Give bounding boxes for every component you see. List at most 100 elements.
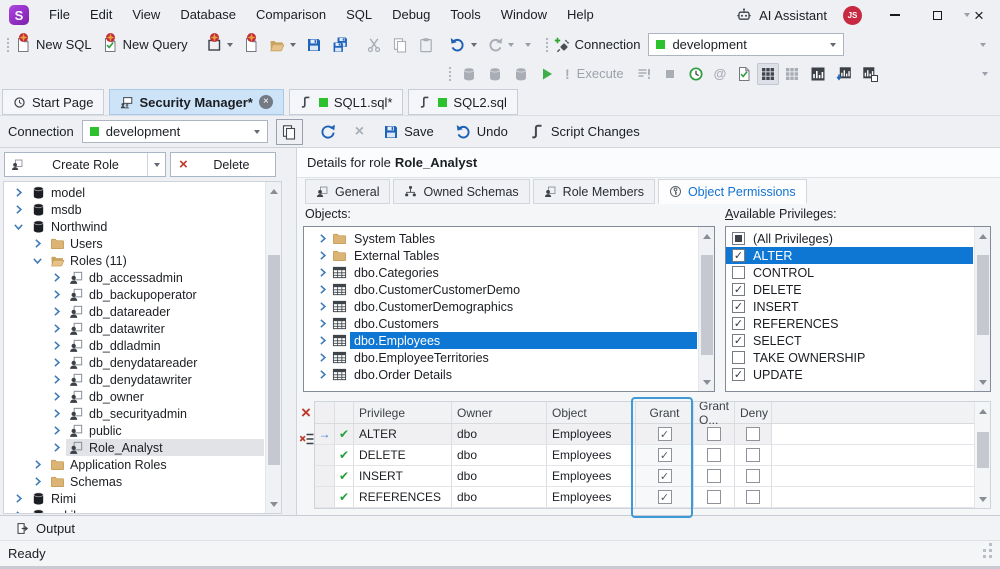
- chevron-down-icon[interactable]: [253, 130, 260, 137]
- privilege-update[interactable]: UPDATE: [726, 366, 973, 383]
- tab-role-members[interactable]: Role Members: [532, 179, 655, 204]
- tab-close-icon[interactable]: ×: [258, 95, 273, 109]
- tree-item-db-datareader[interactable]: db_datareader: [4, 303, 264, 320]
- tree-item-db-ddladmin[interactable]: db_ddladmin: [4, 337, 264, 354]
- stop-button[interactable]: [657, 63, 683, 85]
- grid-scrollbar[interactable]: [974, 402, 990, 508]
- checkbox-checked-icon[interactable]: [732, 300, 745, 313]
- scroll-up-icon[interactable]: [266, 183, 281, 198]
- tree-item-roles-11[interactable]: Roles (11): [4, 252, 264, 269]
- scroll-down-icon[interactable]: [266, 497, 281, 512]
- object-item-dbo-customerdemographics[interactable]: dbo.CustomerDemographics: [304, 298, 697, 315]
- grant-checkbox[interactable]: [657, 448, 672, 462]
- privilege-all-privileges[interactable]: (All Privileges): [726, 230, 973, 247]
- tree-item-db-accessadmin[interactable]: db_accessadmin: [4, 269, 264, 286]
- copy-button[interactable]: [387, 34, 413, 56]
- tab-owned-schemas[interactable]: Owned Schemas: [393, 179, 530, 204]
- new-window-button[interactable]: [201, 32, 238, 56]
- chevron-down-icon[interactable]: [226, 43, 233, 50]
- privilege-control[interactable]: CONTROL: [726, 264, 973, 281]
- new-file-button[interactable]: [238, 32, 264, 56]
- object-item-dbo-employeeterritories[interactable]: dbo.EmployeeTerritories: [304, 349, 697, 366]
- scroll-up-icon[interactable]: [699, 228, 714, 243]
- tree-item-db-denydatawriter[interactable]: db_denydatawriter: [4, 371, 264, 388]
- grant-option-checkbox[interactable]: [707, 448, 721, 462]
- grant-checkbox-cell[interactable]: [636, 424, 694, 444]
- grant-option-checkbox-cell[interactable]: [694, 487, 735, 507]
- execute-script-button[interactable]: [631, 63, 657, 85]
- checkbox-checked-icon[interactable]: [732, 249, 745, 262]
- chevron-down-icon[interactable]: [470, 43, 477, 50]
- deny-checkbox-cell[interactable]: [735, 424, 772, 444]
- deny-checkbox-cell[interactable]: [735, 445, 772, 465]
- tab-sql2-sql[interactable]: SQL2.sql: [408, 89, 518, 115]
- scroll-up-icon[interactable]: [975, 403, 990, 418]
- column-header-grant-o[interactable]: Grant O...: [694, 402, 735, 427]
- column-header-deny[interactable]: Deny: [735, 402, 772, 423]
- menu-database[interactable]: Database: [170, 0, 246, 30]
- new-sql-button[interactable]: New SQL: [10, 32, 97, 56]
- tree-scrollbar[interactable]: [265, 182, 281, 513]
- tree-item-sakila[interactable]: sakila: [4, 507, 264, 513]
- menu-debug[interactable]: Debug: [382, 0, 440, 30]
- scrollbar-thumb[interactable]: [977, 432, 989, 468]
- query-plan-button[interactable]: [731, 63, 757, 85]
- deny-checkbox[interactable]: [746, 448, 760, 462]
- grant-option-checkbox-cell[interactable]: [694, 445, 735, 465]
- checkbox-checked-icon[interactable]: [732, 368, 745, 381]
- menu-tools[interactable]: Tools: [440, 0, 490, 30]
- tree-item-northwind[interactable]: Northwind: [4, 218, 264, 235]
- toolbar-grip[interactable]: [448, 65, 452, 82]
- tab-object-permissions[interactable]: Object Permissions: [657, 179, 807, 204]
- deny-checkbox[interactable]: [746, 469, 760, 483]
- pivot-button[interactable]: [857, 63, 883, 85]
- tab-sql1-sql[interactable]: SQL1.sql*: [288, 89, 404, 115]
- maximize-button[interactable]: [916, 0, 958, 30]
- menu-comparison[interactable]: Comparison: [246, 0, 336, 30]
- column-header-grant[interactable]: Grant: [636, 402, 694, 423]
- create-role-dropdown[interactable]: [147, 153, 165, 176]
- grant-option-checkbox[interactable]: [707, 469, 721, 483]
- tree-item-db-backupoperator[interactable]: db_backupoperator: [4, 286, 264, 303]
- toolbar-overflow-icon[interactable]: [980, 43, 986, 50]
- tree-item-db-securityadmin[interactable]: db_securityadmin: [4, 405, 264, 422]
- tabs-overflow-icon[interactable]: [964, 13, 970, 20]
- scroll-down-icon[interactable]: [975, 375, 990, 390]
- privilege-take-ownership[interactable]: TAKE OWNERSHIP: [726, 349, 973, 366]
- save-all-button[interactable]: [327, 34, 353, 56]
- grant-checkbox-cell[interactable]: [636, 487, 694, 507]
- menu-sql[interactable]: SQL: [336, 0, 382, 30]
- grid-row-references[interactable]: ✔ REFERENCES dbo Employees: [315, 487, 990, 508]
- privileges-scrollbar[interactable]: [974, 227, 990, 391]
- grant-option-checkbox[interactable]: [707, 427, 721, 441]
- cut-button[interactable]: [361, 34, 387, 56]
- scroll-up-icon[interactable]: [975, 228, 990, 243]
- tab-start-page[interactable]: Start Page: [2, 89, 105, 115]
- resize-grip[interactable]: [983, 555, 986, 558]
- chart-export-button[interactable]: [831, 63, 857, 85]
- copy-connection-button[interactable]: [275, 118, 303, 145]
- ai-assistant-button[interactable]: AI Assistant: [728, 0, 835, 30]
- grid-row-insert[interactable]: ✔ INSERT dbo Employees: [315, 466, 990, 487]
- minimize-button[interactable]: [874, 0, 916, 30]
- tree-item-role-analyst[interactable]: Role_Analyst: [4, 439, 264, 456]
- menu-window[interactable]: Window: [491, 0, 557, 30]
- remove-permission-button[interactable]: ×: [301, 404, 311, 421]
- privilege-insert[interactable]: INSERT: [726, 298, 973, 315]
- object-item-dbo-employees[interactable]: dbo.Employees: [304, 332, 697, 349]
- grant-checkbox[interactable]: [657, 427, 672, 441]
- tree-item-db-datawriter[interactable]: db_datawriter: [4, 320, 264, 337]
- new-query-button[interactable]: New Query: [97, 32, 193, 56]
- scrollbar-thumb[interactable]: [268, 255, 280, 465]
- database-edit-button[interactable]: [456, 63, 482, 85]
- scrollbar-thumb[interactable]: [701, 255, 713, 355]
- object-item-external-tables[interactable]: External Tables: [304, 247, 697, 264]
- chevron-down-icon[interactable]: [289, 43, 296, 50]
- menu-file[interactable]: File: [39, 0, 80, 30]
- column-header-privilege[interactable]: Privilege: [354, 402, 452, 423]
- grant-checkbox[interactable]: [657, 490, 672, 504]
- scroll-down-icon[interactable]: [975, 492, 990, 507]
- checkbox-checked-icon[interactable]: [732, 334, 745, 347]
- column-header-owner[interactable]: Owner: [452, 402, 547, 423]
- history-button[interactable]: [683, 63, 709, 85]
